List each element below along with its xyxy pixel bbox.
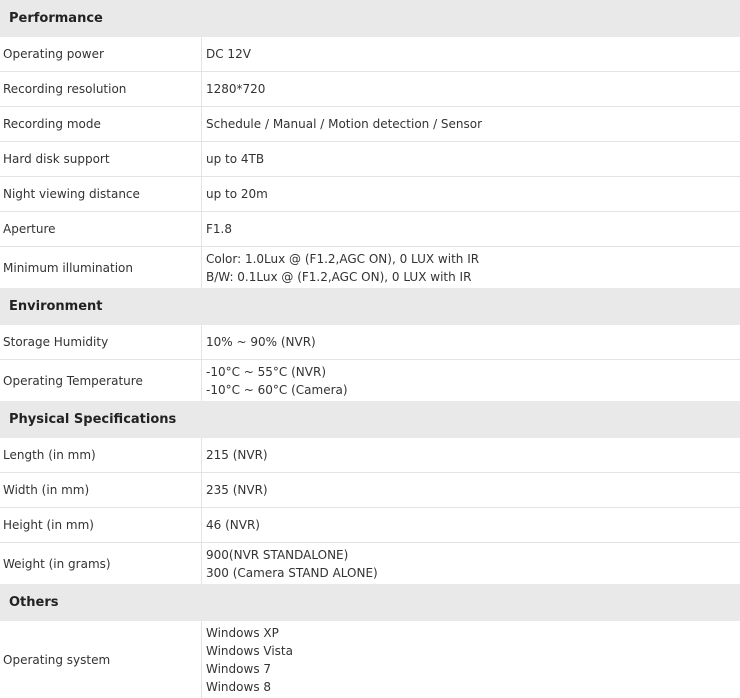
spec-value-line: 10% ~ 90% (NVR) <box>206 335 316 349</box>
spec-value: up to 4TB <box>202 142 740 176</box>
spec-label: Height (in mm) <box>0 508 202 542</box>
table-row: Recording mode Schedule / Manual / Motion… <box>0 107 740 142</box>
spec-label: Operating system <box>0 621 202 698</box>
spec-value-line: Windows 8 <box>206 679 272 694</box>
spec-label: Width (in mm) <box>0 473 202 507</box>
spec-value-line: Schedule / Manual / Motion detection / S… <box>206 117 483 131</box>
spec-value: 215 (NVR) <box>202 438 740 472</box>
spec-label: Recording resolution <box>0 72 202 106</box>
spec-value-line: 215 (NVR) <box>206 448 268 462</box>
spec-value-line: 235 (NVR) <box>206 483 268 497</box>
table-row: Weight (in grams) 900(NVR STANDALONE) 300 … <box>0 543 740 584</box>
table-row: Recording resolution 1280*720 <box>0 72 740 107</box>
spec-value-line: up to 4TB <box>206 152 265 166</box>
section-header: Physical Specifications <box>0 401 740 438</box>
spec-label: Storage Humidity <box>0 325 202 359</box>
table-row: Operating Temperature -10°C ~ 55°C (NVR) -… <box>0 360 740 401</box>
spec-value-line: 300 (Camera STAND ALONE) <box>206 565 378 580</box>
spec-label: Operating Temperature <box>0 360 202 401</box>
spec-value: -10°C ~ 55°C (NVR) -10°C ~ 60°C (Camera) <box>202 360 740 401</box>
spec-label: Night viewing distance <box>0 177 202 211</box>
spec-value-line: up to 20m <box>206 187 268 201</box>
spec-table: Performance Operating power DC 12V Recordin… <box>0 0 740 698</box>
section-header: Environment <box>0 288 740 325</box>
spec-value-line: F1.8 <box>206 222 232 236</box>
spec-value: 235 (NVR) <box>202 473 740 507</box>
spec-value-line: Color: 1.0Lux @ (F1.2,AGC ON), 0 LUX wit… <box>206 251 480 266</box>
spec-value-line: B/W: 0.1Lux @ (F1.2,AGC ON), 0 LUX with … <box>206 269 472 284</box>
spec-label: Operating power <box>0 37 202 71</box>
table-row: Height (in mm) 46 (NVR) <box>0 508 740 543</box>
spec-label: Length (in mm) <box>0 438 202 472</box>
spec-value-line: Windows Vista <box>206 643 293 658</box>
spec-label: Hard disk support <box>0 142 202 176</box>
table-row: Hard disk support up to 4TB <box>0 142 740 177</box>
spec-value-line: -10°C ~ 60°C (Camera) <box>206 382 348 397</box>
spec-value-line: -10°C ~ 55°C (NVR) <box>206 364 327 379</box>
table-row: Length (in mm) 215 (NVR) <box>0 438 740 473</box>
table-row: Minimum illumination Color: 1.0Lux @ (F1.… <box>0 247 740 288</box>
spec-label: Minimum illumination <box>0 247 202 288</box>
spec-value-line: Windows XP <box>206 625 279 640</box>
table-row: Width (in mm) 235 (NVR) <box>0 473 740 508</box>
spec-value-line: DC 12V <box>206 47 251 61</box>
table-row: Operating power DC 12V <box>0 37 740 72</box>
spec-value: 900(NVR STANDALONE) 300 (Camera STAND ALO… <box>202 543 740 584</box>
spec-value-line: 1280*720 <box>206 82 266 96</box>
spec-value: 1280*720 <box>202 72 740 106</box>
spec-value: Color: 1.0Lux @ (F1.2,AGC ON), 0 LUX wit… <box>202 247 740 288</box>
spec-value: 46 (NVR) <box>202 508 740 542</box>
spec-value: Schedule / Manual / Motion detection / S… <box>202 107 740 141</box>
spec-label: Aperture <box>0 212 202 246</box>
table-row: Storage Humidity 10% ~ 90% (NVR) <box>0 325 740 360</box>
spec-label: Recording mode <box>0 107 202 141</box>
section-header: Others <box>0 584 740 621</box>
spec-value: 10% ~ 90% (NVR) <box>202 325 740 359</box>
table-row: Operating system Windows XP Windows Vista W… <box>0 621 740 698</box>
spec-value-line: 46 (NVR) <box>206 518 260 532</box>
spec-value: Windows XP Windows Vista Windows 7 Windows … <box>202 621 740 698</box>
spec-value-line: 900(NVR STANDALONE) <box>206 547 349 562</box>
section-header: Performance <box>0 0 740 37</box>
spec-value: F1.8 <box>202 212 740 246</box>
spec-value: up to 20m <box>202 177 740 211</box>
table-row: Night viewing distance up to 20m <box>0 177 740 212</box>
spec-value: DC 12V <box>202 37 740 71</box>
spec-value-line: Windows 7 <box>206 661 272 676</box>
spec-label: Weight (in grams) <box>0 543 202 584</box>
table-row: Aperture F1.8 <box>0 212 740 247</box>
